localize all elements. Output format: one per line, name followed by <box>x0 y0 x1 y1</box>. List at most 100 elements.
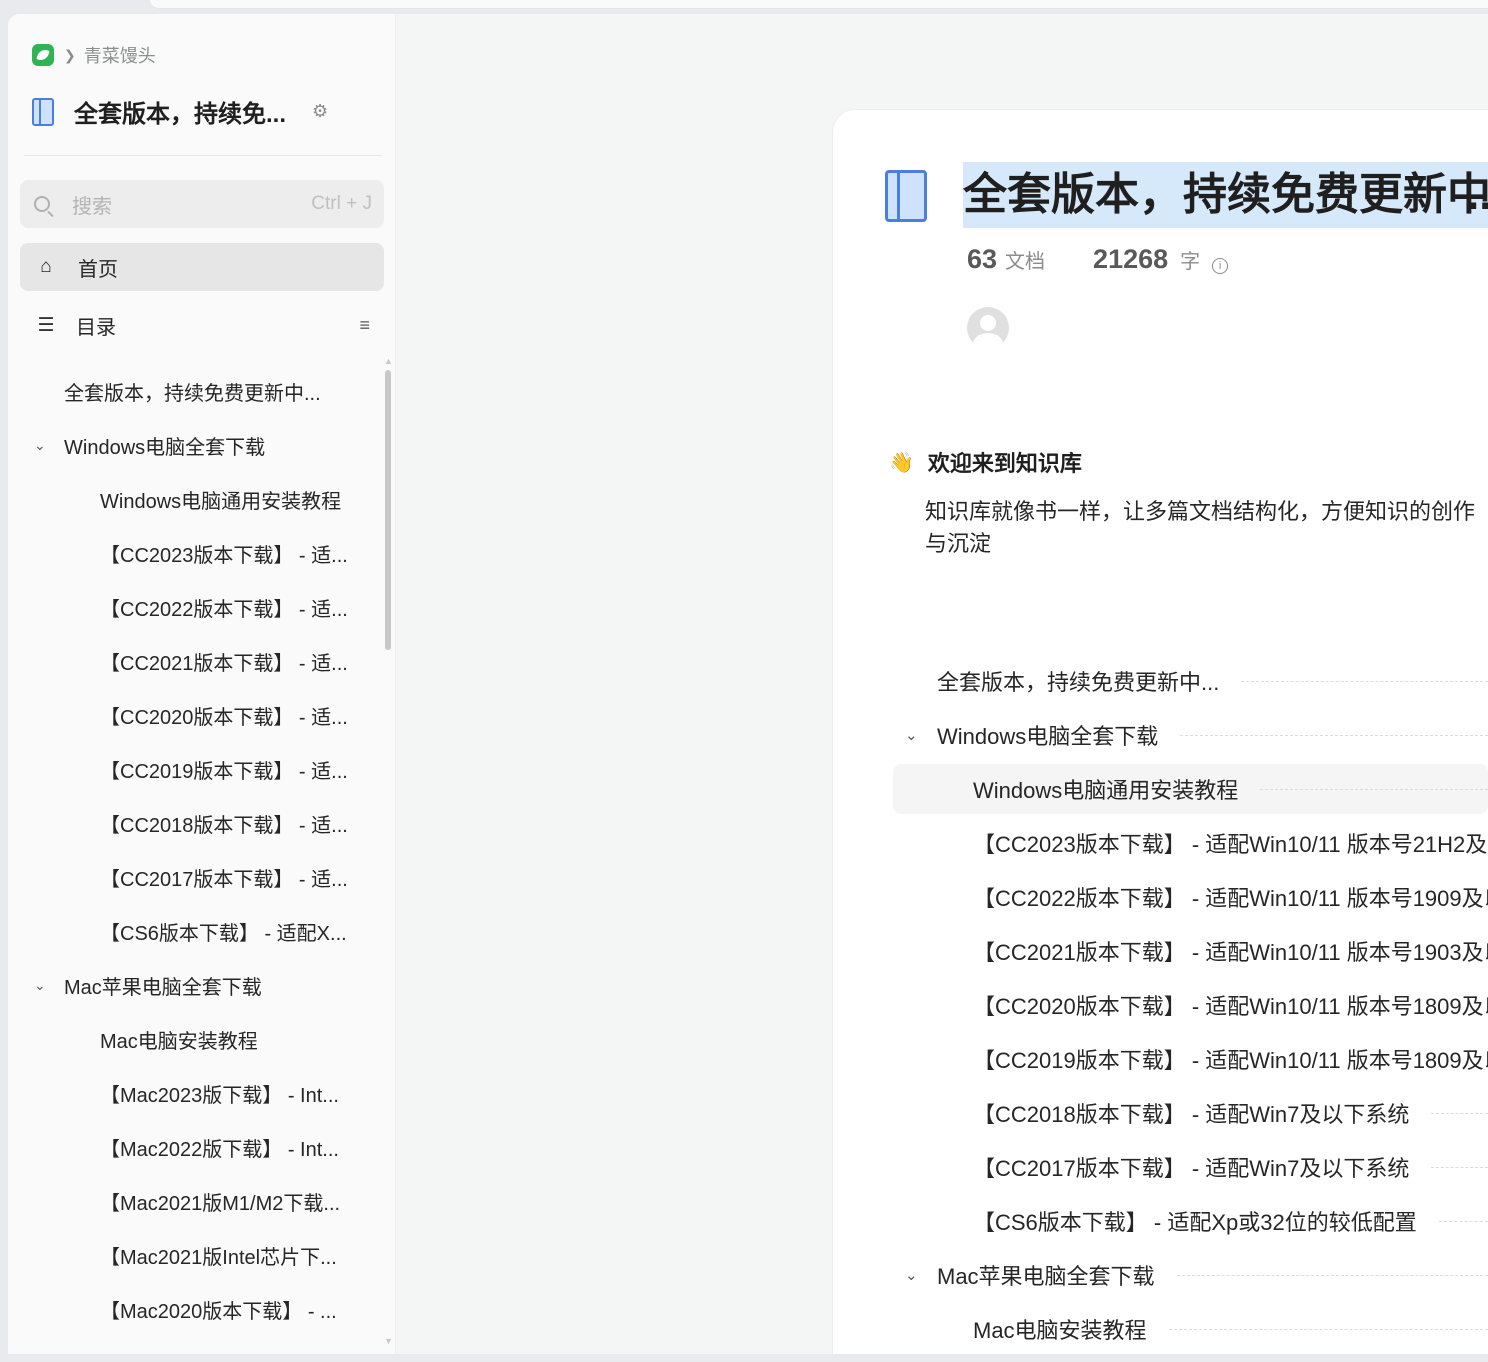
page-title-ellipsis: ... <box>1467 170 1488 219</box>
sidebar-tree-item[interactable]: 【Mac2021版M1/M2下载... <box>8 1174 340 1228</box>
sidebar-tree-item[interactable]: 【CC2019版本下载】 - 适... <box>8 742 348 796</box>
word-count: 21268 <box>1093 244 1169 274</box>
sidebar-scrollbar[interactable] <box>385 370 391 650</box>
search-icon <box>34 196 50 212</box>
home-icon: ⌂ <box>40 256 52 277</box>
info-icon[interactable]: i <box>1212 258 1229 274</box>
catalog-item[interactable]: ⌄ Windows电脑全套下载 <box>893 710 1488 760</box>
catalog-item-label: 【CC2023版本下载】 - 适配Win10/11 版本号21H2及以上系统 <box>973 832 1488 857</box>
sidebar-tree-item[interactable]: 【CC2017版本下载】 - 适... <box>8 850 348 904</box>
book-title[interactable]: 全套版本，持续免... <box>74 94 286 129</box>
catalog-item-label: 【CC2021版本下载】 - 适配Win10/11 版本号1903及以上系统 <box>973 940 1488 965</box>
toc-icon: ☰ <box>37 314 55 336</box>
catalog-item[interactable]: 【CC2020版本下载】 - 适配Win10/11 版本号1809及以上系统 <box>893 980 1488 1030</box>
page-title: 全套版本，持续免费更新中 <box>963 162 1488 228</box>
catalog-item[interactable]: 【CC2019版本下载】 - 适配Win10/11 版本号1809及以上系统 <box>893 1034 1488 1084</box>
word-count-unit: 字 <box>1180 251 1201 273</box>
catalog-item-label: 【CC2019版本下载】 - 适配Win10/11 版本号1809及以上系统 <box>973 1048 1488 1073</box>
search-input[interactable]: 搜索 Ctrl + J <box>20 180 384 228</box>
sidebar-tree-item[interactable]: ⌄ Windows电脑全套下载 <box>8 418 265 472</box>
book-stats: 63 文档 21268 字 i <box>967 244 1229 275</box>
collapse-all-icon[interactable]: ≡ <box>359 315 370 336</box>
doc-count-unit: 文档 <box>1005 251 1046 273</box>
catalog-item-label: Windows电脑通用安装教程 <box>973 778 1239 803</box>
sidebar-tree: 全套版本，持续免费更新中... ⌄ Windows电脑全套下载 Windows电脑通用… <box>8 350 386 1354</box>
caret-down-icon[interactable]: ⌄ <box>905 1266 918 1284</box>
catalog-item[interactable]: 【CC2023版本下载】 - 适配Win10/11 版本号21H2及以上系统 <box>893 818 1488 868</box>
nav-home[interactable]: ⌂ 首页 <box>20 243 384 291</box>
book-home-content: 全套版本，持续免费更新中 ... 63 文档 21268 字 i 👋 欢迎来到知… <box>833 110 1488 1354</box>
sidebar-tree-label: 【CC2017版本下载】 - 适... <box>100 868 348 891</box>
breadcrumb: ❯ 青菜馒头 <box>32 44 156 66</box>
search-placeholder: 搜索 <box>72 195 112 218</box>
book-icon <box>32 97 54 126</box>
scroll-up-icon[interactable]: ▲ <box>384 356 393 366</box>
sidebar-tree-label: Mac电脑安装教程 <box>100 1030 258 1053</box>
sidebar-tree-label: 【CC2021版本下载】 - 适... <box>100 652 348 675</box>
sidebar-tree-item[interactable]: 【Mac2022版下载】 - Int... <box>8 1120 339 1174</box>
catalog-item[interactable]: ⌄ Mac苹果电脑全套下载 <box>893 1250 1488 1300</box>
sidebar-tree-item[interactable]: Windows电脑通用安装教程 <box>8 472 341 526</box>
avatar[interactable] <box>967 307 1009 349</box>
catalog-leader-line <box>1438 1220 1488 1222</box>
sidebar-tree-label: 【Mac2021版M1/M2下载... <box>100 1192 341 1215</box>
catalog-item[interactable]: 【CC2021版本下载】 - 适配Win10/11 版本号1903及以上系统 <box>893 926 1488 976</box>
sidebar-tree-label: 【CC2023版本下载】 - 适... <box>100 544 348 567</box>
sidebar-tree-item[interactable]: Mac电脑安装教程 <box>8 1012 258 1066</box>
catalog-item-label: Mac苹果电脑全套下载 <box>937 1264 1155 1289</box>
nav-home-label: 首页 <box>78 258 118 281</box>
sidebar-tree-item[interactable]: 【CC2021版本下载】 - 适... <box>8 634 348 688</box>
sidebar-tree-label: 【CC2022版本下载】 - 适... <box>100 598 348 621</box>
main-area: 全套版本，持续免费更新中 ... 63 文档 21268 字 i 👋 欢迎来到知… <box>396 14 1488 1354</box>
nav-toc[interactable]: ☰ 目录 ≡ <box>20 301 384 349</box>
caret-down-icon[interactable]: ⌄ <box>34 437 46 454</box>
sidebar-tree-item[interactable]: 【CC2018版本下载】 - 适... <box>8 796 348 850</box>
sidebar-tree-item[interactable]: 【CC2023版本下载】 - 适... <box>8 526 348 580</box>
sidebar-tree-item[interactable]: 【Mac2023版下载】 - Int... <box>8 1066 339 1120</box>
book-header: 全套版本，持续免... ⚙ <box>32 94 328 129</box>
sidebar-tree-label: 【Mac2023版下载】 - Int... <box>100 1084 339 1107</box>
catalog-item-label: 【CC2017版本下载】 - 适配Win7及以下系统 <box>973 1156 1410 1181</box>
catalog-item[interactable]: Windows电脑通用安装教程 <box>893 764 1488 814</box>
sidebar-tree-label: 【Mac2021版Intel芯片下... <box>100 1246 337 1269</box>
sidebar-tree-label: Mac苹果电脑全套下载 <box>64 976 262 999</box>
catalog-leader-line <box>1241 680 1488 682</box>
yuque-logo-icon[interactable] <box>32 44 54 66</box>
catalog-item-label: 【CC2022版本下载】 - 适配Win10/11 版本号1909及以上系统 <box>973 886 1488 911</box>
catalog-leader-line <box>1431 1112 1488 1114</box>
sidebar-tree-item[interactable]: 【CC2020版本下载】 - 适... <box>8 688 348 742</box>
sidebar-tree-item[interactable]: 【Mac2020版本下载】 - ... <box>8 1282 337 1336</box>
chevron-right-icon: ❯ <box>64 46 76 63</box>
sidebar-tree-item[interactable]: ⌄ Mac苹果电脑全套下载 <box>8 958 262 1012</box>
catalog-item-label: Mac电脑安装教程 <box>973 1318 1147 1343</box>
catalog-item[interactable]: 【CC2018版本下载】 - 适配Win7及以下系统 <box>893 1088 1488 1138</box>
catalog-leader-line <box>1176 1274 1488 1276</box>
sidebar-tree-item[interactable]: 【Mac2019版本下载】 - ... <box>8 1336 337 1354</box>
sidebar-tree-item[interactable]: 【CS6版本下载】 - 适配X... <box>8 904 347 958</box>
caret-down-icon[interactable]: ⌄ <box>905 726 918 744</box>
catalog-item[interactable]: 【CS6版本下载】 - 适配Xp或32位的较低配置 <box>893 1196 1488 1246</box>
doc-count: 63 <box>967 244 998 274</box>
waving-hand-icon: 👋 <box>889 451 914 474</box>
settings-icon[interactable]: ⚙ <box>312 101 328 122</box>
caret-down-icon[interactable]: ⌄ <box>34 977 46 994</box>
catalog-item-label: Windows电脑全套下载 <box>937 724 1159 749</box>
catalog-leader-line <box>1260 788 1488 790</box>
catalog-item[interactable]: 【CC2022版本下载】 - 适配Win10/11 版本号1909及以上系统 <box>893 872 1488 922</box>
book-icon <box>885 170 927 222</box>
scroll-down-icon[interactable]: ▼ <box>384 1336 393 1346</box>
catalog-item[interactable]: 【CC2017版本下载】 - 适配Win7及以下系统 <box>893 1142 1488 1192</box>
breadcrumb-space[interactable]: 青菜馒头 <box>84 42 156 68</box>
catalog-item-label: 【CS6版本下载】 - 适配Xp或32位的较低配置 <box>973 1210 1417 1235</box>
sidebar-tree-item[interactable]: 【Mac2021版Intel芯片下... <box>8 1228 337 1282</box>
sidebar-tree-item[interactable]: 【CC2022版本下载】 - 适... <box>8 580 348 634</box>
search-shortcut: Ctrl + J <box>311 193 372 214</box>
welcome-heading: 👋 欢迎来到知识库 <box>889 446 1082 478</box>
catalog-item[interactable]: 全套版本，持续免费更新中... <box>893 656 1488 706</box>
sidebar-tree-label: Windows电脑通用安装教程 <box>100 490 342 513</box>
sidebar: ❯ 青菜馒头 全套版本，持续免... ⚙ 搜索 Ctrl + J ⌂ 首页 ☰ … <box>8 14 396 1354</box>
sidebar-tree-item[interactable]: 全套版本，持续免费更新中... <box>8 364 321 418</box>
catalog-item[interactable]: Mac电脑安装教程 <box>893 1304 1488 1354</box>
divider <box>24 155 382 156</box>
sidebar-tree-label: 【CC2020版本下载】 - 适... <box>100 706 348 729</box>
